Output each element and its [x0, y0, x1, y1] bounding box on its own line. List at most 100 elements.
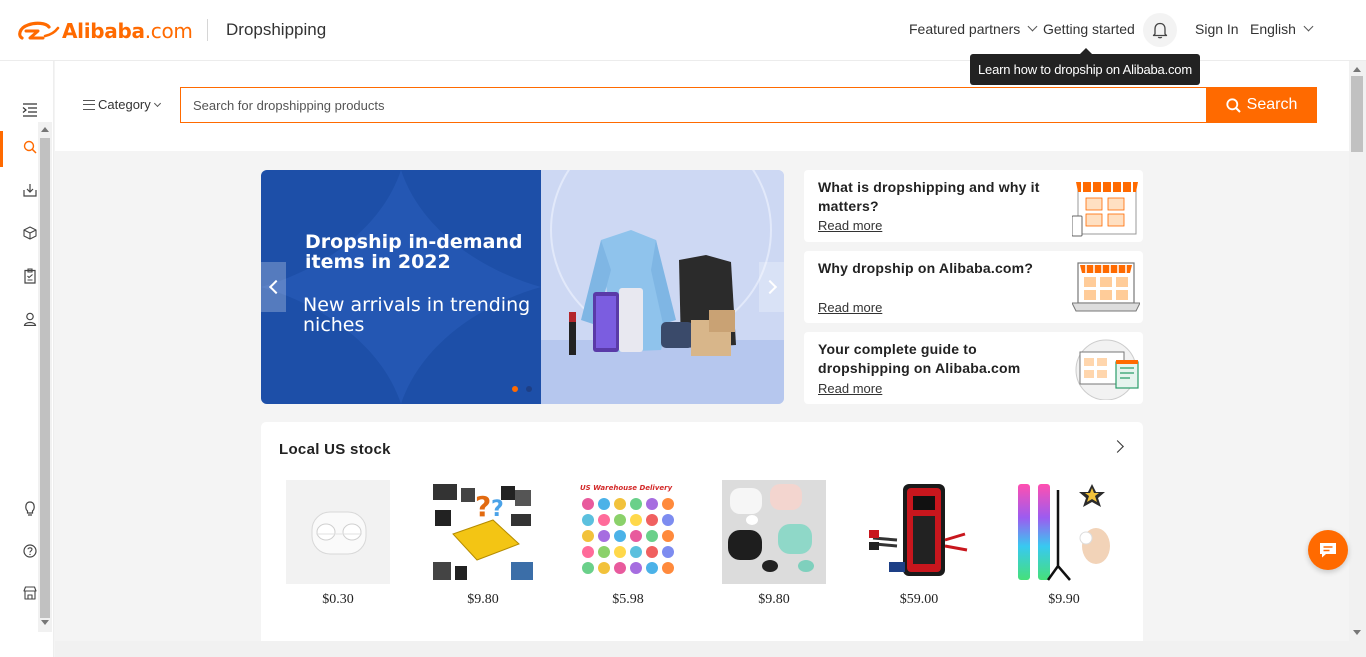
menu-toggle-button[interactable] — [21, 101, 39, 119]
colorful-slippers-image: US Warehouse Delivery — [576, 480, 680, 584]
info-card[interactable]: Your complete guide to dropshipping on A… — [804, 332, 1143, 404]
help-icon — [23, 544, 37, 558]
download-icon — [23, 184, 37, 197]
horizontal-scrollbar[interactable] — [55, 641, 1349, 657]
language-label: English — [1250, 21, 1296, 37]
scroll-down-arrow-icon[interactable] — [1353, 630, 1361, 635]
search-button-label: Search — [1246, 96, 1298, 113]
product-card[interactable]: $59.00 — [867, 480, 971, 608]
search-button[interactable]: Search — [1206, 87, 1317, 123]
menu-collapse-icon — [22, 103, 37, 117]
banner-text-panel: Dropship in-demand items in 2022 New arr… — [261, 170, 541, 404]
read-more-link[interactable]: Read more — [818, 300, 882, 315]
chevron-right-icon — [762, 279, 777, 295]
jump-starter-image — [867, 480, 971, 584]
category-dropdown[interactable]: Category — [83, 97, 161, 112]
category-label: Category — [98, 97, 151, 112]
product-price: $9.80 — [758, 592, 790, 607]
alibaba-logo[interactable]: Alibaba.com — [16, 16, 193, 46]
logo-domain: .com — [144, 19, 193, 43]
bell-icon — [1152, 22, 1168, 39]
getting-started-tooltip: Learn how to dropship on Alibaba.com — [970, 48, 1200, 85]
product-card[interactable]: $0.30 — [286, 480, 390, 608]
chevron-down-icon — [1303, 21, 1314, 32]
product-card[interactable]: US Warehouse Delivery $5.98 — [576, 480, 680, 608]
product-image — [286, 480, 390, 584]
language-selector[interactable]: English — [1250, 20, 1314, 38]
clipboard-icon — [24, 268, 36, 284]
search-icon — [23, 140, 37, 154]
svg-text:?: ? — [491, 497, 504, 522]
product-card[interactable]: $9.90 — [1012, 480, 1116, 608]
product-card[interactable]: ? ? $9.80 — [431, 480, 535, 608]
featured-partners-label: Featured partners — [909, 21, 1021, 37]
carousel-dot-active[interactable] — [512, 386, 518, 392]
notifications-button[interactable] — [1143, 13, 1177, 47]
list-icon — [83, 99, 95, 110]
chevron-right-icon[interactable] — [1111, 440, 1124, 453]
sidebar-scrollbar-thumb[interactable] — [40, 138, 50, 618]
scroll-up-arrow-icon[interactable] — [1353, 67, 1361, 72]
wireless-earbuds-image — [722, 480, 826, 584]
read-more-link[interactable]: Read more — [818, 218, 882, 233]
section-title: Local US stock — [279, 441, 391, 458]
sidebar-item-search[interactable] — [21, 138, 39, 156]
store-icon — [23, 586, 37, 600]
white-earbuds-image — [286, 480, 390, 584]
page: Alibaba.com Dropshipping Featured partne… — [0, 0, 1366, 657]
info-card-title: Your complete guide to dropshipping on A… — [818, 341, 1021, 376]
featured-partners-menu[interactable]: Featured partners — [909, 20, 1038, 38]
box-icon — [23, 226, 37, 240]
logo-wordmark: Alibaba — [62, 19, 145, 43]
lightbulb-icon — [25, 501, 35, 516]
page-scrollbar-thumb[interactable] — [1351, 76, 1363, 152]
chevron-left-icon — [268, 279, 283, 295]
sidebar-item-products[interactable] — [21, 224, 39, 242]
laptop-storefront-illustration — [1072, 262, 1140, 312]
alibaba-logo-icon — [18, 21, 60, 40]
scroll-down-arrow-icon[interactable] — [41, 620, 49, 625]
product-price: $9.90 — [1048, 592, 1080, 607]
sidebar-item-tips[interactable] — [21, 499, 39, 517]
sidebar-item-account[interactable] — [21, 310, 39, 328]
sidebar-item-help[interactable] — [21, 542, 39, 560]
chevron-down-icon — [153, 99, 161, 107]
info-card-title: What is dropshipping and why it matters? — [818, 179, 1040, 214]
info-card[interactable]: What is dropshipping and why it matters?… — [804, 170, 1143, 242]
sidebar-item-import[interactable] — [21, 181, 39, 199]
banner-prev-button[interactable] — [261, 262, 286, 312]
promo-banner-carousel[interactable]: Dropship in-demand items in 2022 New arr… — [261, 170, 784, 404]
section-title[interactable]: Dropshipping — [226, 20, 326, 40]
mystery-box-image: ? ? — [431, 480, 535, 584]
sign-in-link[interactable]: Sign In — [1195, 20, 1239, 38]
product-image: ? ? — [431, 480, 535, 584]
read-more-link[interactable]: Read more — [818, 381, 882, 396]
product-image — [867, 480, 971, 584]
chevron-down-icon — [1027, 21, 1038, 32]
product-card[interactable]: $9.80 — [722, 480, 826, 608]
search-input[interactable] — [180, 87, 1207, 123]
scroll-up-arrow-icon[interactable] — [41, 127, 49, 132]
info-card[interactable]: Why dropship on Alibaba.com? Read more — [804, 251, 1143, 323]
chat-button[interactable] — [1308, 530, 1348, 570]
product-price: $5.98 — [612, 592, 644, 607]
info-card-title: Why dropship on Alibaba.com? — [818, 260, 1034, 276]
sidebar-item-orders[interactable] — [21, 267, 39, 285]
banner-next-button[interactable] — [759, 262, 784, 312]
product-price: $0.30 — [322, 592, 354, 607]
guide-illustration — [1075, 339, 1139, 400]
product-image — [1012, 480, 1116, 584]
local-us-stock-section: Local US stock $0.30 ? ? $9.80 US Wareho… — [261, 422, 1143, 657]
active-indicator — [0, 131, 3, 167]
product-price: $9.80 — [467, 592, 499, 607]
carousel-dot[interactable] — [526, 386, 532, 392]
user-icon — [23, 312, 37, 326]
banner-background-shape — [261, 170, 541, 404]
sidebar-item-store[interactable] — [21, 584, 39, 602]
getting-started-link[interactable]: Getting started — [1043, 20, 1135, 38]
top-header: Alibaba.com Dropshipping Featured partne… — [0, 0, 1366, 61]
banner-product-image — [541, 170, 784, 404]
svg-text:?: ? — [475, 490, 491, 523]
banner-subline: New arrivals in trending niches — [303, 294, 531, 336]
banner-headline: Dropship in-demand items in 2022 — [305, 231, 523, 273]
